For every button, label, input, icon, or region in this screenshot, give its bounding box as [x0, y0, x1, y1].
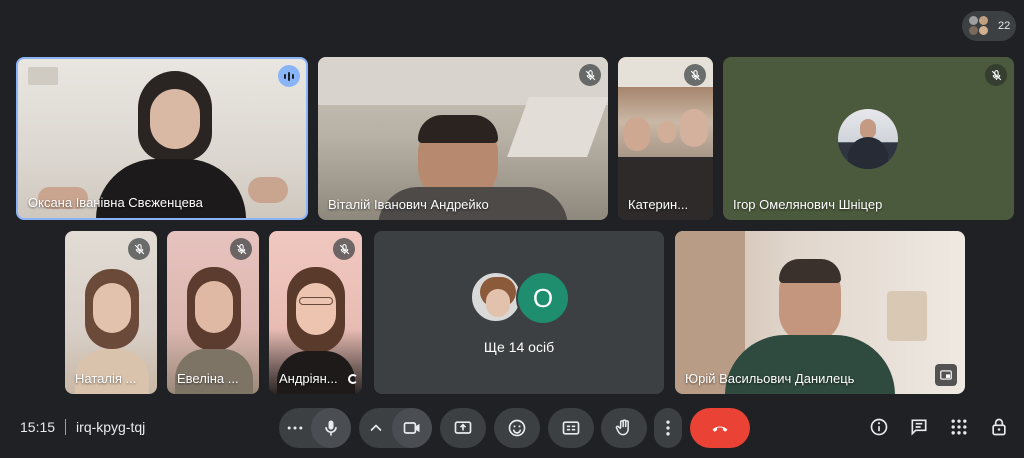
participant-video [675, 231, 965, 394]
mic-off-icon [333, 238, 355, 260]
participant-tile[interactable]: Ігор Омелянович Шніцер [723, 57, 1014, 220]
participant-avatar [470, 271, 522, 323]
speaking-indicator-icon [278, 65, 300, 87]
camera-button[interactable] [391, 408, 432, 448]
participant-tile[interactable]: Оксана Іванівна Свєженцева [16, 57, 308, 220]
mic-off-icon [230, 238, 252, 260]
host-controls-icon[interactable] [987, 415, 1011, 439]
mic-off-icon [684, 64, 706, 86]
participant-name: Катерин... [628, 197, 689, 212]
video-options-icon[interactable] [360, 418, 392, 438]
loading-spinner-icon [348, 374, 358, 384]
more-participants-tile[interactable]: O Ще 14 осіб [374, 231, 664, 394]
clock-time: 15:15 [20, 419, 56, 435]
participant-name: Евеліна ... [177, 371, 239, 386]
chat-icon[interactable] [907, 415, 931, 439]
more-participants-label: Ще 14 осіб [483, 339, 555, 355]
participant-avatar [838, 109, 898, 169]
participant-name: Юрій Васильович Данилець [685, 371, 855, 386]
audio-options-icon[interactable] [279, 418, 311, 438]
meeting-code: irq-kpyg-tqj [76, 419, 146, 435]
participant-name: Андріян... [279, 371, 338, 386]
participant-avatars [968, 15, 990, 37]
mic-off-icon [128, 238, 150, 260]
captions-button[interactable] [548, 408, 594, 448]
present-screen-button[interactable] [440, 408, 486, 448]
participant-tile[interactable]: Андріян... [269, 231, 362, 394]
participant-name: Наталія ... [75, 371, 137, 386]
microphone-button[interactable] [311, 408, 351, 448]
more-options-button[interactable] [654, 408, 682, 448]
participant-tile[interactable]: Віталій Іванович Андрейко [318, 57, 608, 220]
picture-in-picture-icon[interactable] [935, 364, 957, 386]
leave-call-button[interactable] [690, 408, 750, 448]
video-control-group [359, 408, 432, 448]
mic-off-icon [579, 64, 601, 86]
participant-tile[interactable]: Евеліна ... [167, 231, 259, 394]
activities-icon[interactable] [947, 415, 971, 439]
participant-count: 22 [998, 20, 1011, 32]
raise-hand-button[interactable] [601, 408, 647, 448]
participant-name: Ігор Омелянович Шніцер [733, 197, 883, 212]
participant-tile[interactable]: Катерин... [618, 57, 713, 220]
meeting-info: 15:15 irq-kpyg-tqj [20, 419, 145, 435]
bottom-toolbar: 15:15 irq-kpyg-tqj [0, 405, 1024, 451]
meeting-details-icon[interactable] [867, 415, 891, 439]
participant-name: Віталій Іванович Андрейко [328, 197, 489, 212]
participant-tile[interactable]: Юрій Васильович Данилець [675, 231, 965, 394]
separator [65, 419, 67, 435]
participants-button[interactable]: 22 [962, 11, 1016, 41]
emoji-reaction-button[interactable] [494, 408, 540, 448]
participant-tile[interactable]: Наталія ... [65, 231, 157, 394]
participant-name: Оксана Іванівна Свєженцева [28, 195, 203, 210]
participant-video [318, 57, 608, 220]
mic-off-icon [985, 64, 1007, 86]
participant-avatar: O [516, 271, 570, 325]
audio-control-group [279, 408, 351, 448]
